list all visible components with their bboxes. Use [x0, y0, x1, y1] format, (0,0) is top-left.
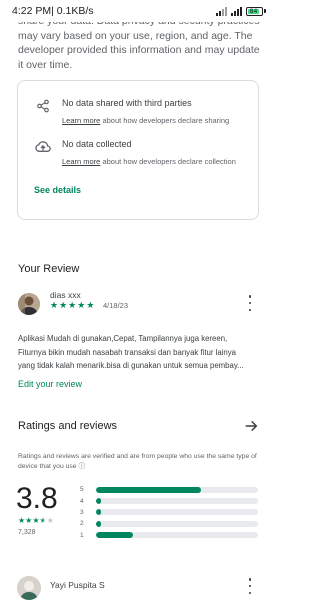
cloud-upload-icon [34, 138, 52, 156]
rating-bar-row: 5 [80, 484, 260, 495]
rating-bar-fill [96, 532, 134, 539]
learn-more-suffix: about how developers declare sharing [100, 116, 230, 125]
star-icon: ★ [86, 300, 95, 310]
rating-bar-track [96, 486, 258, 493]
safety-item-link[interactable]: Learn more about how developers declare … [62, 156, 262, 167]
more-options-icon[interactable] [246, 578, 254, 594]
status-time: 4:22 PM [12, 5, 52, 17]
safety-item-sharing: No data shared with third parties Learn … [34, 97, 229, 125]
rating-bar-label: 3 [80, 508, 84, 516]
see-details-button[interactable]: See details [34, 185, 81, 195]
share-icon [34, 97, 52, 115]
battery-icon: 84 [246, 6, 266, 16]
star-icon: ★ [77, 300, 86, 310]
arrow-right-icon[interactable] [243, 418, 259, 434]
rating-bar-row: 3 [80, 507, 260, 518]
ratings-note: Ratings and reviews are verified and are… [18, 453, 257, 470]
review-text-line: yang tidak kalah menarik.bisa di gunakan… [18, 361, 244, 370]
star-icon: ★ [68, 300, 77, 310]
battery-level: 84 [248, 7, 259, 15]
avatar [18, 293, 40, 315]
rating-bar-label: 1 [80, 531, 84, 539]
learn-more-link[interactable]: Learn more [62, 157, 100, 166]
safety-item-title: No data collected [62, 139, 132, 149]
rating-distribution: 5 4 3 2 1 [80, 484, 260, 541]
review-date: 4/18/23 [103, 301, 129, 310]
status-right: 84 [216, 6, 266, 16]
rating-bar-fill [96, 520, 101, 527]
learn-more-suffix: about how developers declare collection [100, 157, 236, 166]
ratings-heading[interactable]: Ratings and reviews [18, 420, 117, 432]
more-options-icon[interactable] [246, 295, 254, 311]
reviewer-name: Yayi Puspita S [50, 580, 105, 590]
review-star-rating: ★ ★ ★ ★ ★ [50, 300, 94, 311]
data-safety-card: No data shared with third parties Learn … [17, 80, 259, 220]
star-icon: ★ [59, 300, 68, 310]
review-text-line: Aplikasi Mudah di gunakan,Cepat, Tampila… [18, 334, 228, 343]
status-bar: 4:22 PM | 0.1KB/s 84 [0, 0, 276, 22]
average-star-rating: ★ ★ ★ ★ ★ [18, 516, 54, 525]
star-icon: ★ [18, 516, 26, 525]
status-left: 4:22 PM | 0.1KB/s [12, 5, 94, 17]
rating-bar-fill [96, 486, 202, 493]
review-text: Aplikasi Mudah di gunakan,Cepat, Tampila… [18, 332, 260, 373]
rating-bar-fill [96, 498, 101, 505]
avatar [17, 576, 41, 600]
signal-icon [231, 6, 242, 16]
data-safety-intro: share your data. Data privacy and securi… [18, 15, 260, 71]
safety-item-link[interactable]: Learn more about how developers declare … [62, 115, 262, 126]
star-icon: ★ [32, 516, 40, 525]
safety-item-collection: No data collected Learn more about how d… [34, 138, 236, 166]
rating-bar-label: 4 [80, 497, 84, 505]
edit-review-button[interactable]: Edit your review [18, 379, 82, 389]
status-network-speed: | 0.1KB/s [51, 5, 94, 17]
your-review-heading: Your Review [18, 263, 80, 275]
rating-bar-row: 4 [80, 495, 260, 506]
rating-bar-track [96, 498, 258, 505]
average-score: 3.8 [16, 482, 58, 515]
star-icon: ★ [25, 516, 33, 525]
rating-bar-fill [96, 509, 101, 516]
rating-bar-label: 5 [80, 486, 84, 494]
learn-more-link[interactable]: Learn more [62, 116, 100, 125]
review-count: 7,328 [18, 529, 36, 536]
star-icon: ★ [50, 300, 59, 310]
signal-icon [216, 6, 227, 16]
rating-bar-track [96, 532, 258, 539]
rating-bar-label: 2 [80, 520, 84, 528]
safety-item-title: No data shared with third parties [62, 98, 192, 108]
rating-bar-track [96, 520, 258, 527]
review-text-line: Fiturnya bikin mudah nasabah transaksi d… [18, 347, 237, 357]
star-half-icon: ★ [39, 516, 47, 525]
rating-bar-row: 1 [80, 530, 260, 541]
star-empty-icon: ★ [46, 516, 54, 525]
rating-bar-track [96, 509, 258, 516]
rating-bar-row: 2 [80, 518, 260, 529]
reviewer-name: dias xxx [50, 290, 81, 300]
